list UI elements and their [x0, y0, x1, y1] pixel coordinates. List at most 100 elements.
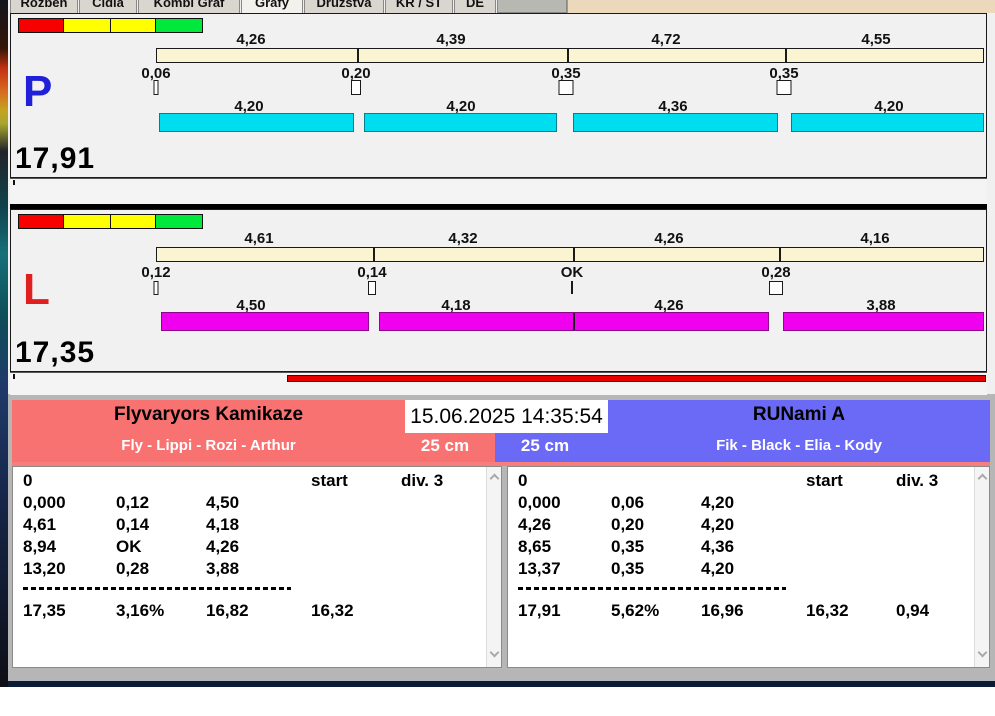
desktop-background-strip [0, 0, 8, 687]
scrollbar[interactable] [486, 467, 501, 667]
total-time-cell: 17,91 [518, 601, 561, 620]
gap-marker-box [153, 80, 159, 95]
gap-label: 0,28 [761, 264, 791, 281]
gap-marker-box [776, 80, 792, 95]
run-bar [364, 113, 557, 132]
split-divider [779, 248, 781, 261]
table-cell: 0,000 [23, 493, 66, 512]
table-cell: 4,36 [701, 537, 735, 556]
table-cell: 4,20 [701, 515, 735, 534]
split-time-label: 4,26 [236, 31, 266, 48]
team-right-dogs: Fik - Black - Elia - Kody [716, 437, 882, 454]
strip-tick [13, 180, 15, 185]
tab-bar: Rozbeh Cidla Kombi Graf Grafy Druzstva K… [8, 0, 995, 13]
gap-marker-box [368, 281, 376, 295]
split-time-label: 4,16 [860, 230, 890, 247]
table-cell: 4,20 [701, 493, 735, 512]
tab-bar-filler [497, 0, 567, 13]
tab-kombi-graf[interactable]: Kombi Graf [138, 0, 240, 13]
run-bar [791, 113, 984, 132]
table-cell: 0 [23, 471, 33, 490]
total-ref-cell: 16,32 [806, 601, 849, 620]
tab-grafy[interactable]: Grafy [241, 0, 303, 13]
tab-label: DE [465, 0, 485, 10]
table-cell: 0,14 [116, 515, 150, 534]
total-time-cell: 17,35 [23, 601, 66, 620]
results-table-left[interactable]: 0 start div. 3 0,000 0,12 4,50 4,61 0,14… [12, 466, 502, 668]
totals-separator [23, 587, 291, 590]
table-cell: div. 3 [896, 471, 939, 490]
tab-druzstva[interactable]: Druzstva [304, 0, 384, 13]
gap-marker-box [351, 80, 361, 95]
split-divider [357, 49, 359, 62]
gap-marker-line [571, 281, 573, 294]
tab-de[interactable]: DE [454, 0, 496, 13]
lane-l-total-time: 17,35 [15, 336, 96, 369]
totals-separator [518, 587, 786, 590]
gap-marker-box [558, 80, 574, 95]
gap-label: 0,12 [141, 264, 171, 281]
table-cell: 4,20 [701, 559, 735, 578]
gap-label: 0,14 [357, 264, 387, 281]
tab-label: Grafy [255, 0, 289, 10]
lane-p-letter: P [23, 67, 53, 116]
table-cell: start [806, 471, 843, 490]
table-cell: div. 3 [401, 471, 444, 490]
table-cell: 4,26 [206, 537, 240, 556]
table-cell: 0,06 [611, 493, 645, 512]
gap-label: OK [560, 264, 584, 281]
tab-label: KR / ST [395, 0, 443, 10]
scroll-down-icon[interactable] [977, 647, 988, 658]
table-cell: 0,35 [611, 559, 645, 578]
scroll-up-icon[interactable] [977, 473, 988, 484]
table-cell: 3,88 [206, 559, 240, 578]
traffic-yellow-segment [111, 214, 156, 229]
separator-strip [10, 372, 987, 395]
run-bar [159, 113, 354, 132]
team-left-jump-height: 25 cm [420, 436, 470, 455]
table-cell: 13,37 [518, 559, 561, 578]
table-cell: 4,18 [206, 515, 240, 534]
table-cell: 4,50 [206, 493, 240, 512]
total-diff-cell: 0,94 [896, 601, 930, 620]
team-left-name: Flyvaryors Kamikaze [113, 404, 304, 425]
split-time-label: 4,32 [448, 230, 478, 247]
traffic-yellow-segment [64, 18, 111, 33]
split-time-label: 4,61 [244, 230, 274, 247]
table-cell: start [311, 471, 348, 490]
strip-tick [13, 374, 15, 379]
gap-marker-box [769, 281, 783, 295]
progress-bar [287, 375, 986, 382]
tab-rozbeh[interactable]: Rozbeh [10, 0, 78, 13]
run-bar-divider [573, 313, 575, 330]
split-divider [785, 49, 787, 62]
tab-cidla[interactable]: Cidla [79, 0, 137, 13]
table-cell: 8,94 [23, 537, 57, 556]
table-cell: 4,26 [518, 515, 552, 534]
traffic-red-segment [18, 214, 64, 229]
tab-label: Rozbeh [20, 0, 68, 10]
traffic-yellow-segment [111, 18, 156, 33]
results-table-right[interactable]: 0 start div. 3 0,000 0,06 4,20 4,26 0,20… [507, 466, 990, 668]
lane-p-total-time: 17,91 [15, 142, 96, 175]
table-cell: 0,28 [116, 559, 150, 578]
run-bar [783, 312, 984, 331]
scroll-up-icon[interactable] [489, 473, 500, 484]
split-bar-p [156, 48, 984, 63]
team-right-name: RUNami A [752, 404, 846, 425]
tab-kr-st[interactable]: KR / ST [385, 0, 453, 13]
scrollbar[interactable] [974, 467, 989, 667]
tab-label: Druzstva [316, 0, 372, 10]
team-left-dogs: Fly - Lippi - Rozi - Arthur [121, 437, 296, 454]
split-time-label: 4,26 [654, 230, 684, 247]
table-cell: 8,65 [518, 537, 552, 556]
total-pct-cell: 3,16% [116, 601, 165, 620]
gap-marker-box [153, 281, 159, 295]
table-cell: 0,20 [611, 515, 645, 534]
split-time-label: 4,39 [436, 31, 466, 48]
scroll-down-icon[interactable] [489, 647, 500, 658]
traffic-light-p [18, 18, 204, 33]
separator-strip [10, 178, 987, 205]
table-cell: OK [116, 537, 142, 556]
traffic-yellow-segment [64, 214, 111, 229]
